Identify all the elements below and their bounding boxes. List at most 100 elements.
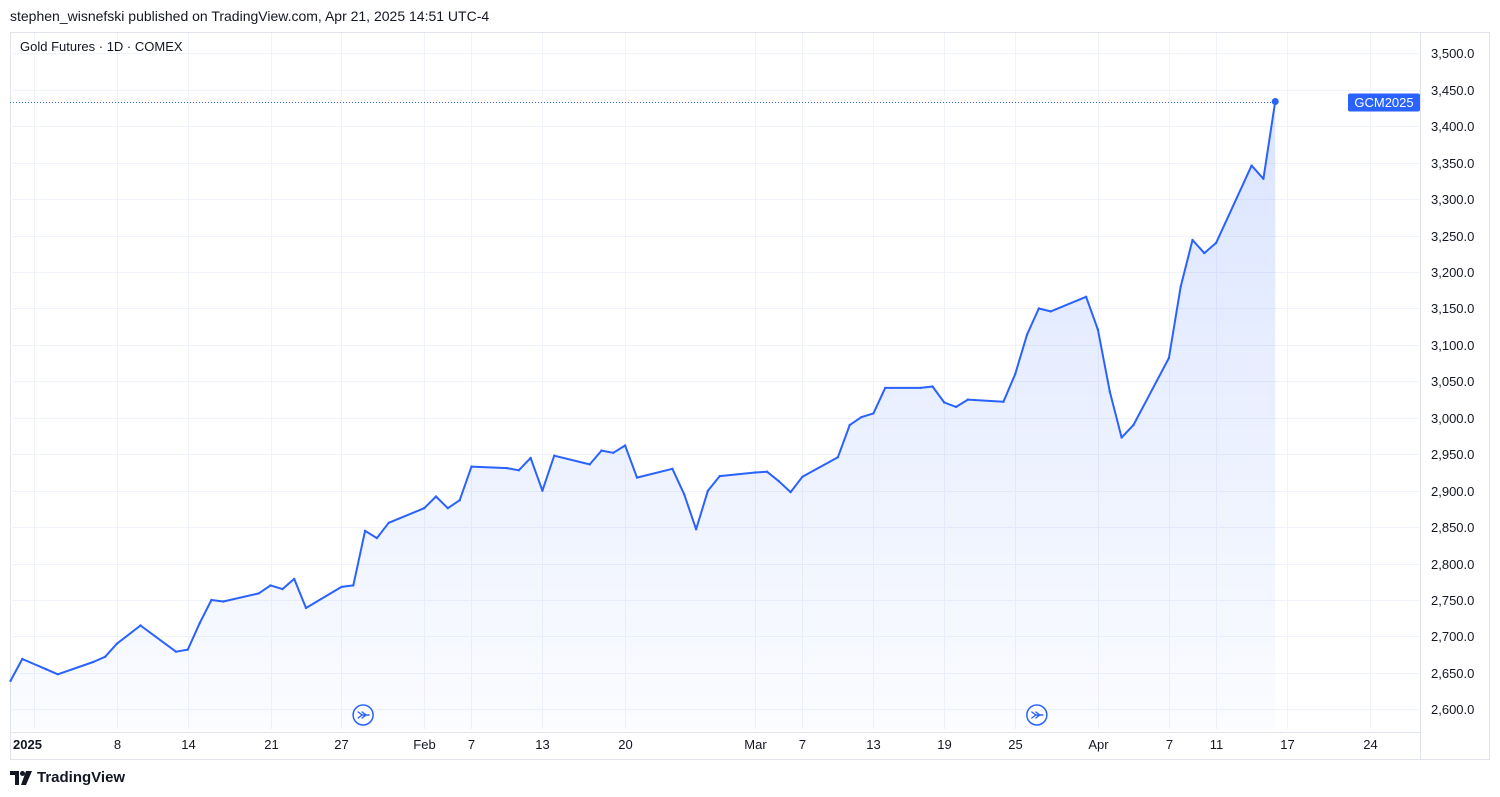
x-tick-label: 17 [1280, 737, 1294, 752]
data-point [718, 474, 721, 478]
data-point [789, 490, 792, 494]
y-tick-label: 2,700.0 [1431, 629, 1474, 644]
y-tick-label: 3,100.0 [1431, 338, 1474, 353]
x-tick-label: 7 [1166, 737, 1173, 752]
x-tick-label: 21 [264, 737, 278, 752]
data-point [257, 592, 260, 595]
data-point [21, 657, 24, 661]
x-tick-label: Feb [413, 737, 435, 752]
data-point [56, 673, 59, 676]
data-point [1250, 164, 1253, 167]
data-point [1120, 436, 1123, 439]
data-point [198, 622, 201, 625]
data-point [1214, 241, 1218, 245]
y-tick-label: 2,800.0 [1431, 557, 1474, 572]
data-point [423, 507, 426, 510]
data-point [1262, 177, 1265, 180]
y-tick-label: 3,350.0 [1431, 156, 1474, 171]
event-arrow-icon[interactable] [352, 704, 374, 726]
data-point [777, 480, 780, 483]
data-point [458, 499, 461, 502]
data-point [754, 471, 757, 474]
data-point [1049, 310, 1052, 313]
data-point [848, 423, 851, 427]
tradingview-logo-icon [10, 770, 32, 785]
data-point [1096, 328, 1100, 331]
y-tick-label: 2,900.0 [1431, 484, 1474, 499]
data-point [541, 489, 544, 492]
data-point [139, 624, 142, 627]
data-point [1203, 251, 1206, 255]
data-point [470, 465, 473, 468]
data-point [44, 668, 48, 671]
data-point [375, 536, 379, 540]
y-tick-label: 3,250.0 [1431, 229, 1474, 244]
x-tick-label: 7 [468, 737, 475, 752]
data-point [836, 456, 840, 459]
data-point [954, 405, 958, 409]
data-point [671, 467, 674, 470]
y-tick-label: 2,650.0 [1431, 666, 1474, 681]
event-arrow-icon[interactable] [1026, 704, 1048, 726]
data-point [588, 463, 591, 466]
tradingview-brand[interactable]: TradingView [10, 769, 125, 786]
data-point [872, 412, 875, 415]
x-tick-label: 2025 [13, 737, 42, 752]
data-point [103, 655, 107, 658]
data-point [1108, 390, 1112, 393]
data-point [966, 398, 970, 401]
tradingview-brand-text: TradingView [37, 769, 126, 786]
data-point [765, 470, 769, 473]
data-point [304, 606, 308, 610]
y-tick-label: 2,950.0 [1431, 447, 1474, 462]
data-point [600, 449, 603, 452]
data-point [612, 451, 615, 454]
data-point [683, 493, 686, 496]
data-point [92, 660, 95, 664]
y-tick-label: 3,050.0 [1431, 374, 1474, 389]
data-point [884, 386, 887, 390]
x-tick-label: 24 [1363, 737, 1377, 752]
x-tick-label: 8 [114, 737, 121, 752]
y-tick-label: 3,450.0 [1431, 83, 1474, 98]
y-tick-label: 2,750.0 [1431, 593, 1474, 608]
data-point [446, 507, 449, 510]
y-tick-label: 3,400.0 [1431, 119, 1474, 134]
price-chart[interactable]: 2,600.0 2,650.0 2,700.0 2,750.0 2,800.0 2,850… [0, 0, 1500, 797]
y-tick-label: 3,150.0 [1431, 301, 1474, 316]
data-point [1014, 372, 1017, 376]
x-tick-label: Mar [744, 737, 767, 752]
y-tick-label: 2,850.0 [1431, 520, 1474, 535]
data-point [1179, 285, 1182, 288]
x-tick-label: 14 [181, 737, 195, 752]
data-point [529, 456, 532, 460]
data-point [434, 495, 438, 498]
y-tick-label: 3,000.0 [1431, 411, 1474, 426]
data-point [281, 587, 284, 591]
data-point [505, 466, 509, 470]
y-tick-label: 3,200.0 [1431, 265, 1474, 280]
data-point [694, 528, 698, 531]
x-tick-label: 7 [799, 737, 806, 752]
data-point [801, 475, 804, 478]
x-tick-label: 25 [1008, 737, 1022, 752]
last-value-label: GCM2025 [1354, 95, 1413, 110]
x-tick-label: 11 [1210, 737, 1224, 752]
last-price-dot [1271, 98, 1279, 106]
data-point [352, 584, 355, 587]
data-point [1132, 423, 1135, 427]
data-point [222, 600, 225, 603]
data-point [387, 521, 390, 524]
data-point [1167, 356, 1171, 360]
x-tick-label: Apr [1088, 737, 1109, 752]
data-point [860, 415, 863, 419]
data-point [931, 385, 934, 388]
data-point [186, 648, 189, 651]
y-tick-label: 3,500.0 [1431, 46, 1474, 61]
chart-legend-title[interactable]: Gold Futures · 1D · COMEX [20, 39, 183, 54]
data-point [1002, 400, 1005, 403]
data-point [623, 444, 627, 447]
x-tick-label: 20 [618, 737, 632, 752]
data-point [269, 584, 272, 587]
data-point [706, 489, 710, 492]
